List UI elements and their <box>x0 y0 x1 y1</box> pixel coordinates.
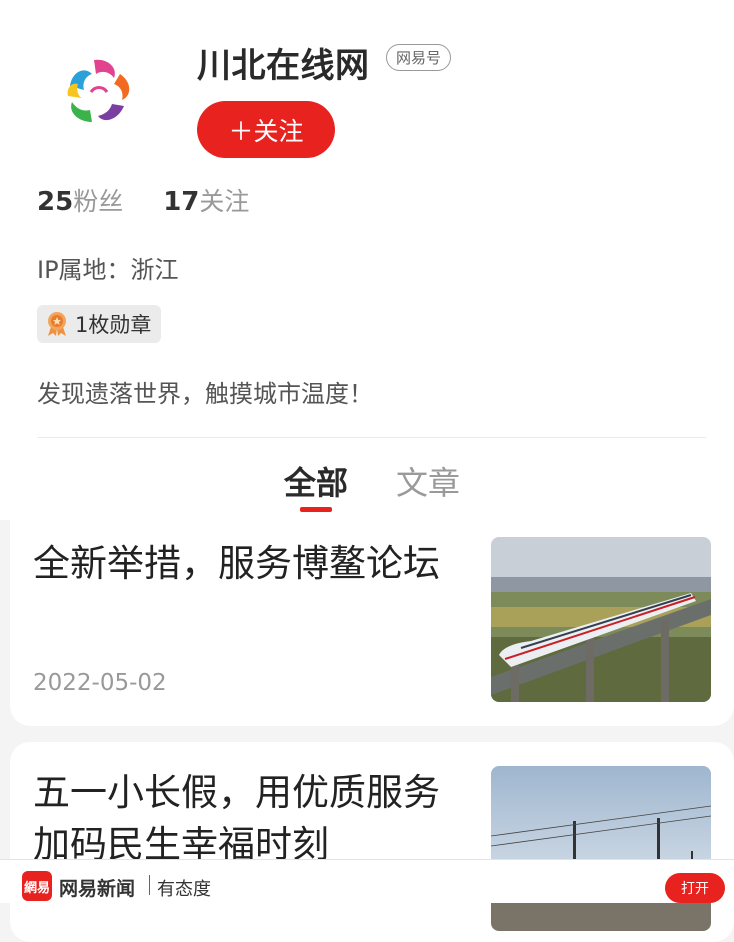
app-slogan: 有态度 <box>157 879 211 900</box>
medal-label: 1枚勋章 <box>75 313 152 337</box>
ip-location: IP属地：浙江 <box>37 256 179 284</box>
followers-label: 粉丝 <box>73 187 124 216</box>
followers-stat[interactable]: 25粉丝 <box>37 182 123 218</box>
netease-news-logo-icon: 網易 <box>22 871 52 901</box>
open-app-button[interactable]: 打开 <box>665 873 725 903</box>
medal-badge[interactable]: 1枚勋章 <box>37 305 162 343</box>
channel-bio: 发现遗落世界，触摸城市温度！ <box>37 380 373 408</box>
platform-badge: 网易号 <box>386 44 452 71</box>
active-tab-indicator <box>300 507 332 512</box>
article-title: 五一小长假，用优质服务加码民生幸福时刻 <box>33 771 440 866</box>
divider <box>37 437 706 438</box>
channel-logo-icon <box>61 55 137 131</box>
article-date: 2022-05-02 <box>33 670 167 696</box>
article-title: 全新举措，服务博鳌论坛 <box>33 542 440 585</box>
app-download-bar: 網易 网易新闻 有态度 打开 <box>0 859 734 903</box>
article-card[interactable]: 全新举措，服务博鳌论坛 2022-05-02 <box>10 520 734 726</box>
tab-articles[interactable]: 文章 <box>396 458 460 504</box>
article-card[interactable]: 五一小长假，用优质服务加码民生幸福时刻 <box>10 742 734 942</box>
app-name: 网易新闻 <box>59 878 136 900</box>
railway-catenary-image <box>491 766 711 931</box>
stats-row: 25粉丝 17关注 <box>37 182 249 218</box>
divider <box>149 875 150 895</box>
following-stat[interactable]: 17关注 <box>163 182 249 218</box>
profile-header: 川北在线网 网易号 ＋关注 25粉丝 17关注 IP属地：浙江 1枚勋章 发现遗… <box>0 0 734 520</box>
tab-all[interactable]: 全部 <box>284 458 348 504</box>
follow-button[interactable]: ＋关注 <box>197 101 335 158</box>
medal-icon <box>48 312 66 336</box>
followers-count: 25 <box>37 187 74 217</box>
channel-name: 川北在线网 <box>197 46 370 86</box>
high-speed-train-image <box>491 537 711 702</box>
following-label: 关注 <box>199 187 250 216</box>
following-count: 17 <box>163 187 200 217</box>
